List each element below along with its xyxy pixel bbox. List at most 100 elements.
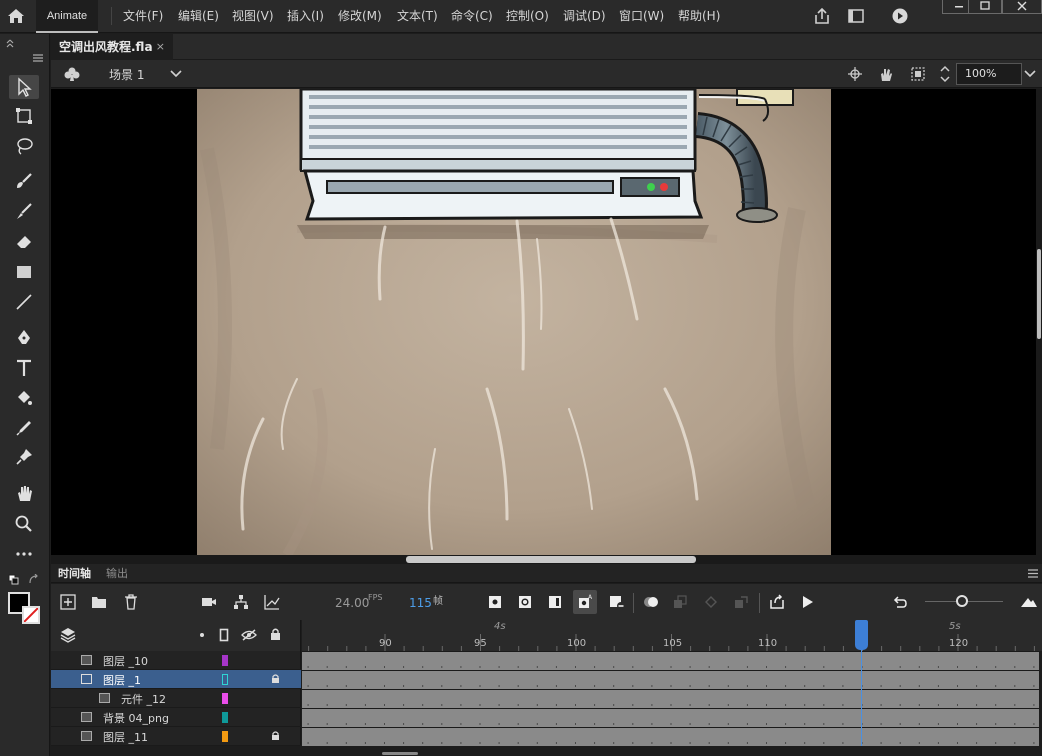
menu-debug[interactable]: 调试(D)	[563, 0, 606, 33]
scene-icon[interactable]	[63, 66, 81, 82]
playhead[interactable]	[855, 620, 868, 650]
new-folder-button[interactable]	[89, 592, 109, 612]
clip-stage-icon[interactable]	[910, 66, 926, 82]
rectangle-tool[interactable]	[9, 260, 39, 284]
timeline-scroll-thumb[interactable]	[382, 752, 418, 755]
panel-menu-icon[interactable]	[32, 54, 44, 62]
new-layer-button[interactable]	[58, 592, 78, 612]
scene-name[interactable]: 场景 1	[109, 66, 144, 83]
pen-tool[interactable]	[9, 326, 39, 350]
panel-layout-icon[interactable]	[846, 7, 866, 25]
menu-view[interactable]: 视图(V)	[232, 0, 274, 33]
rotate-stage-icon[interactable]	[877, 65, 895, 83]
close-button[interactable]	[1002, 0, 1042, 14]
menu-insert[interactable]: 插入(I)	[287, 0, 324, 33]
paint-bucket-tool[interactable]	[9, 386, 39, 410]
menu-control[interactable]: 控制(O)	[506, 0, 549, 33]
menu-edit[interactable]: 编辑(E)	[178, 0, 219, 33]
paint-brush-tool[interactable]	[9, 169, 39, 193]
stage[interactable]	[51, 89, 1042, 555]
stage-horizontal-scrollbar[interactable]	[51, 555, 1042, 564]
fill-color-swatch[interactable]	[22, 606, 40, 624]
eraser-tool[interactable]	[9, 229, 39, 253]
panel-menu-icon[interactable]	[1027, 569, 1039, 578]
app-tab[interactable]: Animate	[36, 0, 98, 33]
insert-blank-keyframe-button[interactable]	[515, 592, 535, 612]
pin-tool[interactable]	[9, 445, 39, 469]
parenting-button[interactable]	[231, 592, 251, 612]
frame-grid[interactable]	[302, 651, 1039, 746]
layer-color-swatch[interactable]	[222, 712, 228, 723]
camera-button[interactable]	[199, 592, 219, 612]
layer-row[interactable]: 背景 04_png	[51, 708, 301, 727]
layer-row[interactable]: 元件 _12	[51, 689, 301, 708]
edit-multiple-frames-button[interactable]	[670, 592, 690, 612]
stage-vscroll-thumb[interactable]	[1037, 249, 1041, 339]
menu-window[interactable]: 窗口(W)	[619, 0, 664, 33]
layer-color-swatch[interactable]	[222, 731, 228, 742]
free-transform-tool[interactable]	[9, 104, 39, 128]
fps-value[interactable]: 24.00	[335, 596, 369, 610]
remove-frame-button[interactable]	[607, 592, 627, 612]
collapse-icon[interactable]	[5, 39, 15, 49]
swap-colors-icon[interactable]	[28, 574, 40, 586]
home-icon[interactable]	[6, 7, 26, 25]
text-tool[interactable]	[9, 356, 39, 380]
reset-scale-button[interactable]	[890, 592, 910, 612]
auto-keyframe-button[interactable]: A	[573, 590, 597, 614]
lasso-tool[interactable]	[9, 134, 39, 158]
snap-icon[interactable]	[847, 66, 863, 82]
layer-color-swatch[interactable]	[222, 674, 228, 685]
timeline-horizontal-scrollbar[interactable]	[51, 746, 1042, 756]
selection-tool[interactable]	[9, 75, 39, 99]
stage-scroll-thumb[interactable]	[406, 556, 696, 563]
hand-tool[interactable]	[9, 481, 39, 505]
line-tool[interactable]	[9, 290, 39, 314]
close-document-icon[interactable]: ×	[156, 34, 165, 60]
outline-icon[interactable]	[219, 628, 229, 642]
layers-icon[interactable]	[60, 626, 76, 644]
eyedropper-tool[interactable]	[9, 416, 39, 440]
tab-output[interactable]: 输出	[106, 564, 128, 583]
layer-color-swatch[interactable]	[222, 655, 228, 666]
eye-hidden-icon[interactable]	[241, 628, 257, 642]
layer-row-selected[interactable]: 图层 _1	[51, 670, 301, 689]
menu-text[interactable]: 文本(T)	[397, 0, 438, 33]
layer-row[interactable]: 图层 _11	[51, 727, 301, 746]
menu-commands[interactable]: 命令(C)	[451, 0, 493, 33]
lock-icon[interactable]	[270, 627, 281, 641]
more-tools[interactable]	[9, 542, 39, 566]
insert-frame-button[interactable]	[545, 592, 565, 612]
brush-tool[interactable]	[9, 199, 39, 223]
insert-keyframe-button[interactable]	[485, 592, 505, 612]
share-icon[interactable]	[812, 7, 832, 25]
layer-row[interactable]: 图层 _10	[51, 651, 301, 670]
menu-help[interactable]: 帮助(H)	[678, 0, 720, 33]
menu-file[interactable]: 文件(F)	[123, 0, 163, 33]
play-button[interactable]	[797, 592, 817, 612]
test-movie-icon[interactable]	[890, 7, 910, 25]
layer-depth-button[interactable]	[262, 592, 282, 612]
highlight-dot-icon[interactable]	[199, 632, 205, 638]
loop-playback-button[interactable]	[767, 592, 787, 612]
zoom-tool[interactable]	[9, 512, 39, 536]
sync-frames-button[interactable]	[731, 592, 751, 612]
lock-icon[interactable]	[271, 730, 280, 741]
delete-layer-button[interactable]	[121, 592, 141, 612]
onion-skin-button[interactable]	[641, 592, 661, 612]
current-frame[interactable]: 115	[409, 596, 432, 610]
zoom-dropdown-icon[interactable]	[1023, 68, 1037, 80]
tab-timeline[interactable]: 时间轴	[58, 564, 91, 583]
chevron-down-icon[interactable]	[169, 68, 183, 80]
frame-scale-max-button[interactable]	[1019, 592, 1039, 612]
layer-color-swatch[interactable]	[222, 693, 228, 704]
stage-vertical-scrollbar[interactable]	[1036, 89, 1042, 555]
loop-frames-button[interactable]	[701, 592, 721, 612]
zoom-stepper-icon[interactable]	[939, 63, 951, 85]
zoom-input[interactable]: 100%	[956, 63, 1022, 85]
maximize-button[interactable]	[968, 0, 1002, 14]
document-tab[interactable]: 空调出风教程.fla ×	[51, 34, 173, 60]
lock-icon[interactable]	[271, 673, 280, 684]
frame-scale-slider-handle[interactable]	[956, 595, 968, 607]
default-colors-icon[interactable]	[8, 574, 20, 586]
